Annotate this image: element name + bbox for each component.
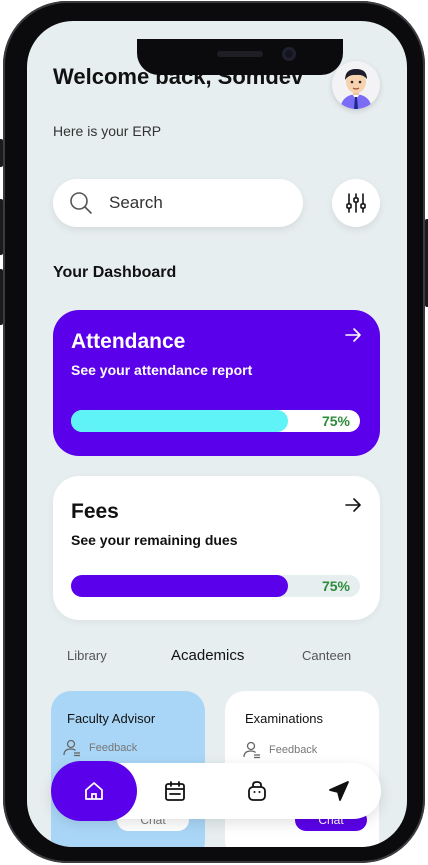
tab-canteen[interactable]: Canteen	[302, 648, 351, 663]
examinations-title: Examinations	[245, 711, 324, 726]
volume-down-button	[0, 269, 3, 325]
search-bar[interactable]: Search	[53, 179, 303, 227]
calendar-icon[interactable]	[163, 779, 187, 803]
faculty-advisor-title: Faculty Advisor	[67, 711, 156, 726]
arrow-right-icon[interactable]	[344, 326, 362, 344]
fees-progress-fill	[71, 575, 288, 597]
silent-switch	[0, 139, 3, 167]
fees-card[interactable]: Fees See your remaining dues 75%	[53, 476, 380, 620]
avatar[interactable]	[332, 61, 380, 109]
bottom-nav	[51, 761, 381, 821]
camera	[282, 47, 296, 61]
search-icon	[70, 192, 92, 214]
attendance-progress-label: 75%	[321, 413, 350, 429]
faculty-feedback-label: Feedback	[89, 742, 138, 754]
screen: Welcome back, Somdev Here is your ERP Se…	[27, 21, 407, 847]
fees-progress-label: 75%	[321, 578, 350, 594]
attendance-card[interactable]: Attendance See your attendance report 75…	[53, 310, 380, 456]
bag-icon[interactable]	[245, 779, 269, 803]
attendance-progress-bar: 75%	[71, 410, 360, 432]
attendance-progress-fill	[71, 410, 288, 432]
volume-up-button	[0, 199, 3, 255]
fees-progress-bar: 75%	[71, 575, 360, 597]
home-icon	[85, 782, 103, 800]
tab-academics[interactable]: Academics	[171, 647, 244, 664]
speaker	[217, 51, 263, 57]
fees-title: Fees	[71, 500, 119, 523]
exams-feedback-row[interactable]: Feedback	[243, 741, 317, 759]
search-input[interactable]: Search	[109, 193, 163, 213]
user-feedback-icon	[63, 739, 80, 757]
arrow-right-icon[interactable]	[344, 496, 362, 514]
tab-library[interactable]: Library	[67, 648, 107, 663]
send-icon[interactable]	[327, 779, 351, 803]
attendance-title: Attendance	[71, 330, 186, 353]
notch	[137, 39, 343, 75]
welcome-subtitle: Here is your ERP	[53, 123, 162, 139]
nav-home-button[interactable]	[51, 761, 137, 821]
fees-subtitle: See your remaining dues	[71, 532, 238, 548]
user-feedback-icon	[243, 741, 260, 759]
sliders-icon	[346, 193, 366, 213]
avatar-icon	[340, 69, 372, 109]
attendance-subtitle: See your attendance report	[71, 362, 253, 378]
faculty-feedback-row[interactable]: Feedback	[63, 739, 137, 757]
phone-frame: Welcome back, Somdev Here is your ERP Se…	[0, 1, 428, 863]
filter-button[interactable]	[332, 179, 380, 227]
dashboard-title: Your Dashboard	[53, 264, 177, 281]
exams-feedback-label: Feedback	[269, 744, 318, 756]
